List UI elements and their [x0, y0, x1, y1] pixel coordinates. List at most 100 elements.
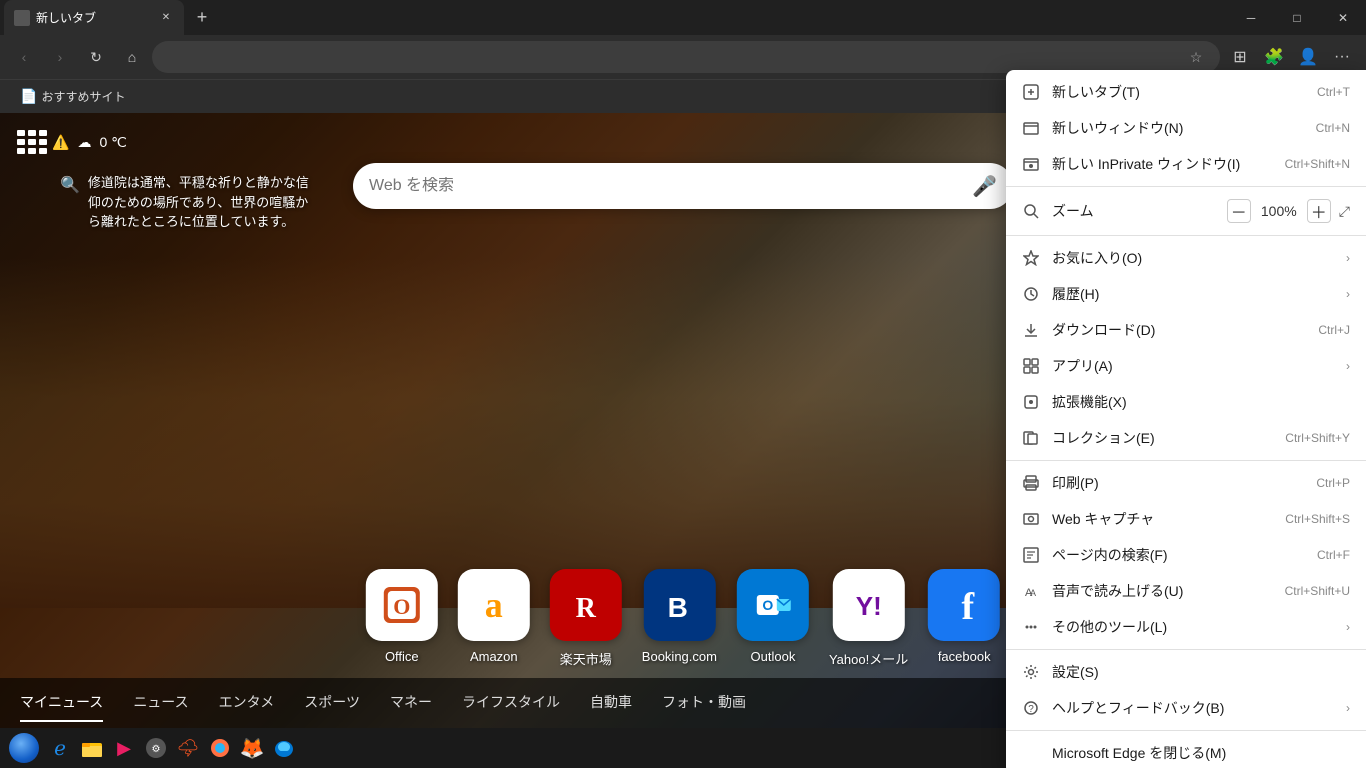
menu-item-print[interactable]: 印刷(P) Ctrl+P: [1006, 465, 1366, 501]
minimize-button[interactable]: ─: [1228, 0, 1274, 35]
menu-item-more-tools[interactable]: その他のツール(L) ›: [1006, 609, 1366, 645]
shortcut-office[interactable]: O Office: [366, 569, 438, 668]
menu-item-settings[interactable]: 設定(S): [1006, 654, 1366, 690]
address-icons: ☆: [1184, 45, 1208, 69]
booking-shortcut-label: Booking.com: [642, 649, 717, 664]
menu-item-help[interactable]: ? ヘルプとフィードバック(B) ›: [1006, 690, 1366, 726]
edge-icon: [272, 736, 296, 760]
outlook-shortcut-label: Outlook: [751, 649, 796, 664]
search-input[interactable]: [369, 177, 964, 195]
taskbar-firefox-icon[interactable]: [204, 730, 236, 766]
close-button[interactable]: ✕: [1320, 0, 1366, 35]
menu-item-readaloud[interactable]: AA 音声で読み上げる(U) Ctrl+Shift+U: [1006, 573, 1366, 609]
svg-text:O: O: [763, 597, 774, 613]
news-tab-sports[interactable]: スポーツ: [304, 684, 360, 722]
shortcut-amazon[interactable]: a Amazon: [458, 569, 530, 668]
menu-divider-2: [1006, 235, 1366, 236]
more-button[interactable]: ···: [1326, 41, 1358, 73]
profile-icon[interactable]: 👤: [1292, 41, 1324, 73]
menu-item-history[interactable]: 履歴(H) ›: [1006, 276, 1366, 312]
menu-print-label: 印刷(P): [1052, 473, 1304, 493]
taskbar-app5-icon[interactable]: 🌩: [172, 730, 204, 766]
menu-apps-label: アプリ(A): [1052, 356, 1326, 376]
app4-icon: ⚙: [144, 736, 168, 760]
news-tab-photo-video[interactable]: フォト・動画: [662, 684, 746, 722]
menu-item-apps[interactable]: アプリ(A) ›: [1006, 348, 1366, 384]
address-input[interactable]: [164, 49, 1176, 65]
favorite-star-icon[interactable]: ☆: [1184, 45, 1208, 69]
menu-zoom-label: ズーム: [1052, 201, 1215, 221]
news-tab-lifestyle[interactable]: ライフスタイル: [462, 684, 560, 722]
tab-close-button[interactable]: ✕: [158, 10, 174, 26]
print-icon: [1022, 474, 1040, 492]
active-tab[interactable]: 新しいタブ ✕: [4, 0, 184, 35]
menu-item-new-tab[interactable]: 新しいタブ(T) Ctrl+T: [1006, 74, 1366, 110]
collections-toolbar-icon[interactable]: ⊞: [1224, 41, 1256, 73]
downloads-icon: [1022, 321, 1040, 339]
news-tab-money[interactable]: マネー: [390, 684, 432, 722]
news-tab-mynews[interactable]: マイニュース: [20, 684, 103, 722]
shortcut-yahoo-mail[interactable]: Y! Yahoo!メール: [829, 569, 908, 668]
menu-item-zoom[interactable]: ズーム － 100% ＋ ⤢: [1006, 191, 1366, 231]
menu-print-shortcut: Ctrl+P: [1316, 476, 1350, 490]
refresh-button[interactable]: ↻: [80, 41, 112, 73]
taskbar-app4-icon[interactable]: ⚙: [140, 730, 172, 766]
menu-item-downloads[interactable]: ダウンロード(D) Ctrl+J: [1006, 312, 1366, 348]
taskbar-explorer-icon[interactable]: [76, 730, 108, 766]
taskbar-edge-icon[interactable]: [268, 730, 300, 766]
start-button[interactable]: [4, 728, 44, 768]
toolbar-icons: ⊞ 🧩 👤 ···: [1224, 41, 1358, 73]
back-button[interactable]: ‹: [8, 41, 40, 73]
forward-button[interactable]: ›: [44, 41, 76, 73]
news-tab-news[interactable]: ニュース: [133, 684, 188, 722]
shortcuts-container: O Office a Amazon R 楽天市場: [366, 569, 1000, 668]
help-icon: ?: [1022, 699, 1040, 717]
news-tab-auto[interactable]: 自動車: [590, 684, 632, 722]
taskbar-ie-icon[interactable]: ℯ: [44, 730, 76, 766]
amazon-shortcut-icon: a: [458, 569, 530, 641]
app7-icon: 🦊: [240, 736, 264, 760]
shortcut-rakuten[interactable]: R 楽天市場: [550, 569, 622, 668]
settings-icon: [1022, 663, 1040, 681]
rakuten-shortcut-icon: R: [550, 569, 622, 641]
microphone-icon[interactable]: 🎤: [972, 174, 997, 199]
shortcut-booking[interactable]: B Booking.com: [642, 569, 717, 668]
apps-grid-button[interactable]: [14, 127, 44, 157]
new-tab-icon: [1022, 83, 1040, 101]
more-tools-icon: [1022, 618, 1040, 636]
menu-new-tab-label: 新しいタブ(T): [1052, 82, 1305, 102]
home-button[interactable]: ⌂: [116, 41, 148, 73]
maximize-button[interactable]: □: [1274, 0, 1320, 35]
history-arrow-icon: ›: [1346, 287, 1350, 301]
recommended-sites-item[interactable]: 📄 おすすめサイト: [12, 84, 133, 109]
weather-cloud-icon: ☁: [77, 134, 91, 151]
search-box: 🎤: [353, 163, 1013, 209]
news-tab-entertainment[interactable]: エンタメ: [219, 684, 275, 722]
menu-item-inprivate[interactable]: 新しい InPrivate ウィンドウ(I) Ctrl+Shift+N: [1006, 146, 1366, 182]
office-shortcut-label: Office: [385, 649, 419, 664]
new-tab-button[interactable]: +: [188, 4, 216, 32]
readaloud-icon: AA: [1022, 582, 1040, 600]
zoom-increase-button[interactable]: ＋: [1307, 199, 1331, 223]
tab-favicon: [14, 10, 30, 26]
favorites-arrow-icon: ›: [1346, 251, 1350, 265]
booking-shortcut-icon: B: [643, 569, 715, 641]
menu-item-findinpage[interactable]: ページ内の検索(F) Ctrl+F: [1006, 537, 1366, 573]
menu-item-collections[interactable]: コレクション(E) Ctrl+Shift+Y: [1006, 420, 1366, 456]
menu-divider-5: [1006, 730, 1366, 731]
shortcut-outlook[interactable]: O Outlook: [737, 569, 809, 668]
weather-widget: ⚠️ ☁ 0 ℃: [14, 127, 127, 157]
taskbar-app7-icon[interactable]: 🦊: [236, 730, 268, 766]
menu-item-extensions[interactable]: 拡張機能(X): [1006, 384, 1366, 420]
taskbar-media-icon[interactable]: ▶: [108, 730, 140, 766]
zoom-decrease-button[interactable]: －: [1227, 199, 1251, 223]
browser-extensions-icon[interactable]: 🧩: [1258, 41, 1290, 73]
shortcut-facebook[interactable]: f facebook: [928, 569, 1000, 668]
menu-item-webcapture[interactable]: Web キャプチャ Ctrl+Shift+S: [1006, 501, 1366, 537]
zoom-fullscreen-icon[interactable]: ⤢: [1339, 203, 1350, 220]
menu-divider-1: [1006, 186, 1366, 187]
menu-item-favorites[interactable]: お気に入り(O) ›: [1006, 240, 1366, 276]
menu-item-new-window[interactable]: 新しいウィンドウ(N) Ctrl+N: [1006, 110, 1366, 146]
menu-item-close-edge[interactable]: Microsoft Edge を閉じる(M): [1006, 735, 1366, 768]
history-icon: [1022, 285, 1040, 303]
